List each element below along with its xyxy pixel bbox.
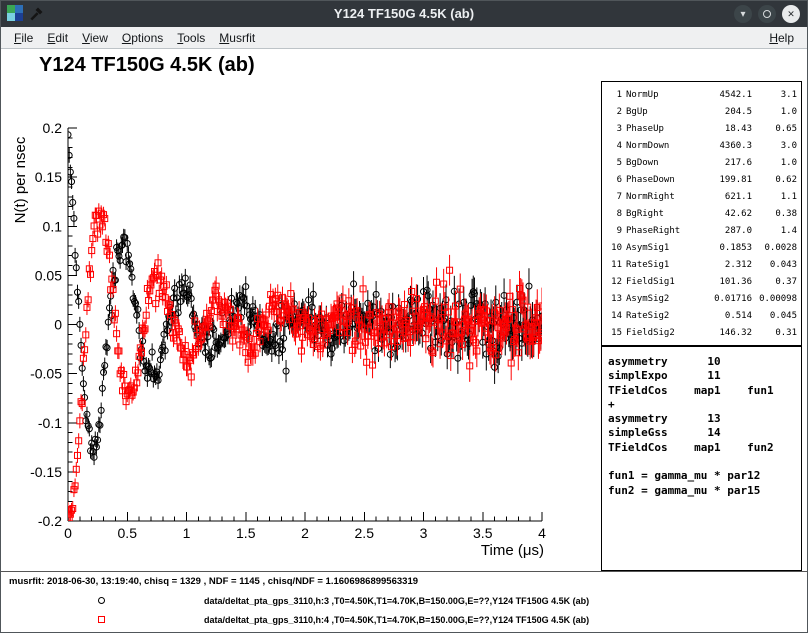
parameter-box: 1NormUp4542.13.12BgUp204.51.03PhaseUp18.… xyxy=(601,81,802,346)
menu-item-view[interactable]: View xyxy=(75,29,115,47)
legend-entry: data/deltat_pta_gps_3110,h:4 ,T0=4.50K,T… xyxy=(1,610,807,629)
svg-text:-0.2: -0.2 xyxy=(38,513,62,529)
svg-text:0: 0 xyxy=(64,525,72,541)
parameter-row-AsymSig2: 13AsymSig20.017160.00098 xyxy=(608,291,795,308)
parameter-row-BgUp: 2BgUp204.51.0 xyxy=(608,104,795,121)
legend-entry: data/deltat_pta_gps_3110,h:3 ,T0=4.50K,T… xyxy=(1,591,807,610)
menu-item-file[interactable]: File xyxy=(7,29,40,47)
window-title: Y124 TF150G 4.5K (ab) xyxy=(1,1,807,27)
svg-text:0.1: 0.1 xyxy=(43,218,63,234)
svg-text:1.5: 1.5 xyxy=(236,525,256,541)
status-area: musrfit: 2018-06-30, 13:19:40, chisq = 1… xyxy=(1,571,807,633)
menu-item-help[interactable]: Help xyxy=(762,29,801,47)
parameter-row-AsymSig1: 10AsymSig10.18530.0028 xyxy=(608,240,795,257)
svg-text:2.5: 2.5 xyxy=(355,525,375,541)
app-window: Y124 TF150G 4.5K (ab) ▾ ✕ FileEditViewOp… xyxy=(0,0,808,633)
parameter-row-NormRight: 7NormRight621.11.1 xyxy=(608,189,795,206)
legend-text: data/deltat_pta_gps_3110,h:4 ,T0=4.50K,T… xyxy=(204,615,589,625)
svg-text:-0.15: -0.15 xyxy=(30,464,62,480)
svg-text:0.2: 0.2 xyxy=(43,120,63,136)
svg-text:-0.05: -0.05 xyxy=(30,366,62,382)
parameter-row-BgDown: 5BgDown217.61.0 xyxy=(608,155,795,172)
svg-text:4: 4 xyxy=(538,525,546,541)
menu-item-edit[interactable]: Edit xyxy=(40,29,75,47)
plot-area[interactable]: 0 0.5 1 1.5 2 2.5 3 3.5 4 -0.2 -0.15 -0.1 -0.05 0 0.05… xyxy=(1,49,601,571)
menu-item-options[interactable]: Options xyxy=(115,29,170,47)
svg-text:0.15: 0.15 xyxy=(35,169,62,185)
legend-marker-circle xyxy=(98,597,105,604)
x-axis-title: Time (μs) xyxy=(481,542,544,559)
parameter-row-FieldSig2: 15FieldSig2146.320.31 xyxy=(608,325,795,342)
y-axis-title: N(t) per nsec xyxy=(12,136,29,223)
titlebar: Y124 TF150G 4.5K (ab) ▾ ✕ xyxy=(1,1,807,27)
svg-text:3.5: 3.5 xyxy=(473,525,493,541)
parameter-row-RateSig2: 14RateSig20.5140.045 xyxy=(608,308,795,325)
menubar: FileEditViewOptionsToolsMusrfit Help xyxy=(1,27,807,49)
series-2-points xyxy=(65,203,545,525)
parameter-row-PhaseUp: 3PhaseUp18.430.65 xyxy=(608,121,795,138)
plot-legend: data/deltat_pta_gps_3110,h:3 ,T0=4.50K,T… xyxy=(1,591,807,629)
maximize-icon xyxy=(763,10,771,18)
svg-text:1: 1 xyxy=(183,525,191,541)
menu-item-tools[interactable]: Tools xyxy=(170,29,212,47)
parameter-row-NormDown: 4NormDown4360.33.0 xyxy=(608,138,795,155)
parameter-row-PhaseRight: 9PhaseRight287.01.4 xyxy=(608,223,795,240)
legend-text: data/deltat_pta_gps_3110,h:3 ,T0=4.50K,T… xyxy=(204,596,589,606)
svg-text:3: 3 xyxy=(420,525,428,541)
svg-text:0.5: 0.5 xyxy=(118,525,138,541)
close-button[interactable]: ✕ xyxy=(782,5,800,23)
maximize-button[interactable] xyxy=(758,5,776,23)
parameter-row-BgRight: 8BgRight42.620.38 xyxy=(608,206,795,223)
svg-text:0: 0 xyxy=(54,317,62,333)
svg-text:-0.1: -0.1 xyxy=(38,415,62,431)
theory-text: asymmetry 10 simplExpo 11 TFieldCos map1… xyxy=(608,355,795,498)
shade-button[interactable]: ▾ xyxy=(734,5,752,23)
menu-item-musrfit[interactable]: Musrfit xyxy=(212,29,262,47)
axis-labels: 0 0.5 1 1.5 2 2.5 3 3.5 4 -0.2 -0.15 -0.1 -0.05 0 0.05… xyxy=(12,120,546,559)
legend-marker-square xyxy=(98,616,105,623)
parameter-row-NormUp: 1NormUp4542.13.1 xyxy=(608,87,795,104)
fit-status-line: musrfit: 2018-06-30, 13:19:40, chisq = 1… xyxy=(9,576,418,587)
parameter-row-RateSig1: 11RateSig12.3120.043 xyxy=(608,257,795,274)
svg-text:2: 2 xyxy=(301,525,309,541)
parameter-row-PhaseDown: 6PhaseDown199.810.62 xyxy=(608,172,795,189)
theory-box: asymmetry 10 simplExpo 11 TFieldCos map1… xyxy=(601,346,802,571)
svg-text:0.05: 0.05 xyxy=(35,267,62,283)
series-1-points xyxy=(65,127,545,465)
parameter-row-FieldSig1: 12FieldSig1101.360.37 xyxy=(608,274,795,291)
plot-canvas: Y124 TF150G 4.5K (ab) 00.511.522.533.54-… xyxy=(1,49,807,571)
